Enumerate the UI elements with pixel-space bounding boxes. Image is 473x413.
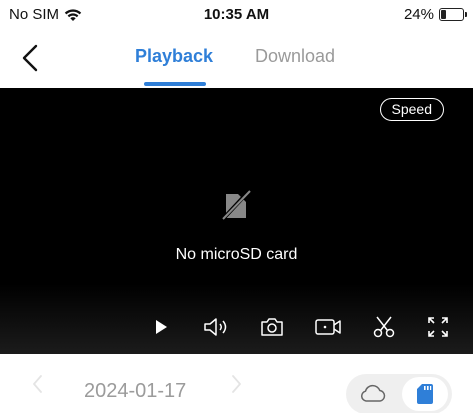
no-sd-message: No microSD card (175, 246, 298, 263)
next-day-button[interactable] (226, 371, 246, 397)
storage-toggle (346, 374, 452, 413)
camera-icon (261, 318, 283, 336)
chevron-right-icon (232, 375, 241, 393)
active-tab-indicator (144, 82, 206, 86)
cloud-icon (360, 384, 386, 402)
selected-date[interactable]: 2024-01-17 (84, 380, 186, 403)
fullscreen-icon (428, 317, 448, 337)
record-icon (315, 319, 341, 335)
chevron-left-icon (33, 375, 42, 393)
tab-download[interactable]: Download (255, 46, 335, 67)
nav-header: Playback Download (0, 30, 473, 88)
status-bar: No SIM 10:35 AM 24% (0, 0, 473, 30)
back-button[interactable] (16, 40, 46, 76)
volume-icon (204, 318, 227, 336)
chevron-left-icon (22, 44, 38, 72)
clip-button[interactable] (369, 312, 399, 342)
status-time: 10:35 AM (203, 6, 270, 23)
play-button[interactable] (146, 312, 176, 342)
scissors-icon (373, 316, 395, 338)
date-bar: 2024-01-17 (0, 354, 473, 413)
speed-button[interactable]: Speed (379, 98, 444, 121)
fullscreen-button[interactable] (423, 312, 453, 342)
volume-button[interactable] (202, 312, 232, 342)
sd-card-option[interactable] (402, 377, 448, 411)
status-right: 24% (403, 6, 467, 23)
play-icon (156, 320, 167, 334)
no-sd-card-icon (220, 188, 252, 222)
battery-fill (441, 10, 447, 19)
previous-day-button[interactable] (28, 371, 48, 397)
tab-playback[interactable]: Playback (135, 46, 213, 67)
record-button[interactable] (313, 312, 343, 342)
battery-icon (439, 8, 467, 21)
snapshot-button[interactable] (257, 312, 287, 342)
video-player[interactable]: Speed No microSD card (0, 88, 473, 354)
cloud-storage-option[interactable] (356, 380, 390, 408)
sd-card-icon (417, 384, 433, 404)
battery-percent: 24% (403, 6, 434, 23)
